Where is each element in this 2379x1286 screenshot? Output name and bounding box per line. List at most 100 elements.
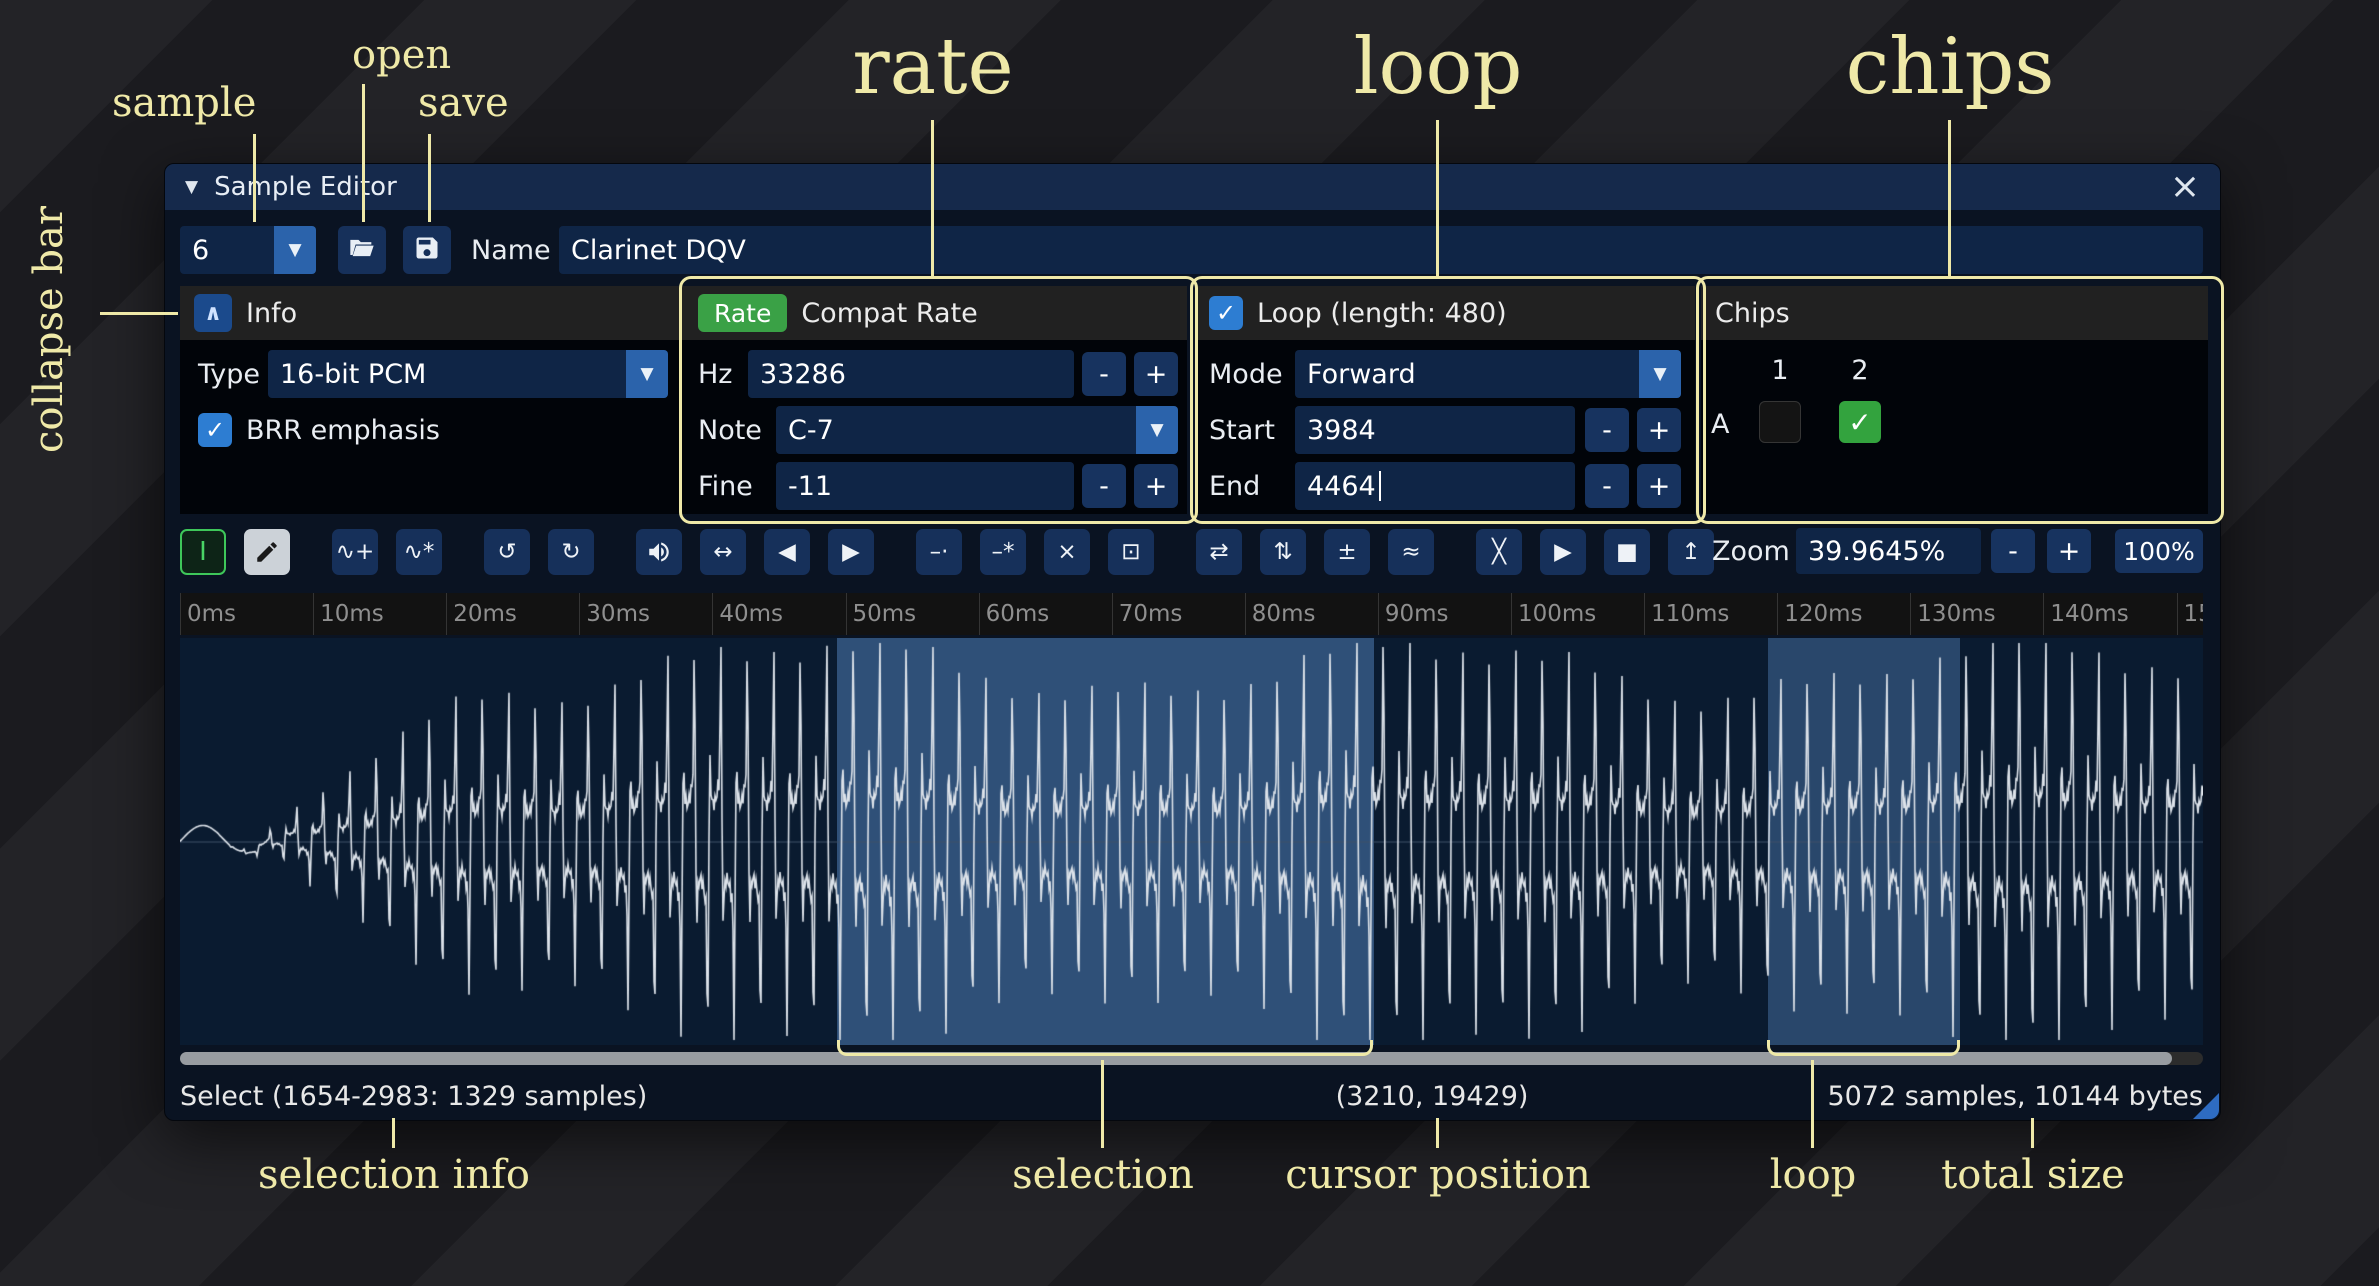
ruler-label: 50ms	[846, 593, 917, 635]
redo-button[interactable]: ↻	[548, 529, 594, 575]
info-panel-header[interactable]: ∧ Info	[180, 286, 684, 340]
ruler-label: 140ms	[2043, 593, 2128, 635]
zoom-out-button[interactable]: -	[1991, 529, 2035, 573]
annotation-sample: sample	[112, 80, 256, 126]
ruler-label: 30ms	[579, 593, 650, 635]
annotation-bracket-selection	[837, 1040, 1373, 1056]
ruler-label: 130ms	[1910, 593, 1995, 635]
annotation-collapse-bar: collapse bar	[26, 188, 72, 453]
annotation-rate: rate	[852, 22, 1013, 112]
stop-button[interactable]: ■	[1604, 529, 1650, 575]
ruler-label: 150ms	[2177, 593, 2204, 635]
annotation-cursor-position: cursor position	[1285, 1152, 1590, 1198]
waveform-view	[180, 638, 2203, 1045]
annotation-outline-chips	[1696, 276, 2224, 524]
annotation-outline-loop	[1190, 276, 1706, 524]
desktop-background: ▼ Sample Editor × 6 ▼ Name Clarinet DQV …	[0, 0, 2379, 1286]
trim-button[interactable]: ⊡	[1108, 529, 1154, 575]
ruler-label: 0ms	[180, 593, 236, 635]
sample-selector[interactable]: 6 ▼	[180, 226, 316, 274]
annotation-line-chips	[1948, 120, 1951, 278]
zoom-input[interactable]: 39.9645%	[1796, 528, 1981, 574]
delete-button[interactable]: ×	[1044, 529, 1090, 575]
sample-number-value[interactable]: 6	[180, 226, 274, 274]
name-label: Name	[471, 226, 551, 274]
amplify-button[interactable]	[636, 529, 682, 575]
fade-out-button[interactable]: ▶	[828, 529, 874, 575]
title-bar[interactable]: ▼ Sample Editor ×	[165, 164, 2220, 210]
select-tool-button[interactable]: I	[180, 529, 226, 575]
type-label: Type	[198, 350, 260, 398]
floppy-disk-icon	[413, 234, 441, 266]
resample-button[interactable]: ∿*	[396, 529, 442, 575]
brr-emphasis-checkbox[interactable]: ✓	[198, 413, 232, 447]
annotation-bracket-loop	[1767, 1040, 1960, 1056]
annotation-line-total-size	[2031, 1118, 2034, 1148]
chevron-down-icon[interactable]: ▼	[274, 226, 316, 274]
selection-info-text: Select (1654-2983: 1329 samples)	[180, 1076, 647, 1116]
ruler-label: 60ms	[979, 593, 1050, 635]
annotation-selection: selection	[1012, 1152, 1194, 1198]
ruler-label: 120ms	[1777, 593, 1862, 635]
window-title: Sample Editor	[214, 172, 397, 202]
undo-button[interactable]: ↺	[484, 529, 530, 575]
ruler-label: 100ms	[1511, 593, 1596, 635]
annotation-line-selection	[1101, 1060, 1104, 1148]
info-panel: ∧ Info Type 16-bit PCM ▼ ✓ BRR emphasis	[180, 286, 684, 514]
window-collapse-icon[interactable]: ▼	[185, 177, 198, 197]
ruler-label: 40ms	[712, 593, 783, 635]
fade-in-button[interactable]: ◀	[764, 529, 810, 575]
annotation-line-open	[362, 84, 365, 222]
type-dropdown[interactable]: 16-bit PCM ▼	[268, 350, 668, 398]
annotation-total-size: total size	[1941, 1152, 2125, 1198]
annotation-chips: chips	[1846, 22, 2055, 112]
info-panel-title: Info	[246, 298, 297, 329]
type-value[interactable]: 16-bit PCM	[268, 350, 626, 398]
sign-invert-button[interactable]: ±	[1324, 529, 1370, 575]
chevron-up-icon[interactable]: ∧	[194, 294, 232, 332]
annotation-line-sample	[253, 134, 256, 222]
cursor-position-text: (3210, 19429)	[1336, 1076, 1529, 1116]
annotation-line-collapse-bar	[100, 312, 178, 315]
ruler-label: 70ms	[1112, 593, 1183, 635]
import-button[interactable]: ↥	[1668, 529, 1714, 575]
normalize-button[interactable]: ↔	[700, 529, 746, 575]
ruler-label: 90ms	[1378, 593, 1449, 635]
annotation-line-save	[428, 134, 431, 222]
chevron-down-icon[interactable]: ▼	[626, 350, 668, 398]
ruler-label: 20ms	[446, 593, 517, 635]
annotation-line-selection-info	[392, 1118, 395, 1148]
brr-emphasis-label: BRR emphasis	[246, 406, 440, 454]
annotation-loop-bottom: loop	[1770, 1152, 1857, 1198]
time-ruler: 0ms10ms20ms30ms40ms50ms60ms70ms80ms90ms1…	[180, 593, 2203, 635]
crossfade-button[interactable]: ╳	[1476, 529, 1522, 575]
zoom-in-button[interactable]: +	[2047, 529, 2091, 573]
name-input[interactable]: Clarinet DQV	[559, 226, 2203, 274]
close-icon[interactable]: ×	[2170, 169, 2200, 205]
resize-button[interactable]: ∿+	[332, 529, 378, 575]
save-button[interactable]	[403, 226, 451, 274]
filter-button[interactable]: ≈	[1388, 529, 1434, 575]
annotation-outline-rate	[679, 276, 1198, 524]
insert-silence-button[interactable]: –·	[916, 529, 962, 575]
draw-tool-button[interactable]	[244, 529, 290, 575]
annotation-loop: loop	[1354, 22, 1523, 112]
open-button[interactable]	[338, 226, 386, 274]
invert-button[interactable]: ⇅	[1260, 529, 1306, 575]
preview-button[interactable]: ▶	[1540, 529, 1586, 575]
annotation-open: open	[352, 32, 451, 78]
ruler-label: 80ms	[1245, 593, 1316, 635]
resize-grip[interactable]	[2193, 1093, 2219, 1119]
folder-open-icon	[348, 234, 376, 266]
annotation-line-rate	[931, 120, 934, 278]
annotation-save: save	[418, 80, 509, 126]
annotation-selection-info: selection info	[258, 1152, 530, 1198]
zoom-label: Zoom	[1712, 528, 1790, 574]
total-size-text: 5072 samples, 10144 bytes	[1827, 1076, 2203, 1116]
ruler-label: 110ms	[1644, 593, 1729, 635]
reverse-button[interactable]: ⇄	[1196, 529, 1242, 575]
zoom-reset-button[interactable]: 100%	[2115, 529, 2203, 573]
waveform-canvas[interactable]	[180, 638, 2203, 1045]
apply-silence-button[interactable]: –*	[980, 529, 1026, 575]
annotation-line-cursor	[1436, 1118, 1439, 1148]
